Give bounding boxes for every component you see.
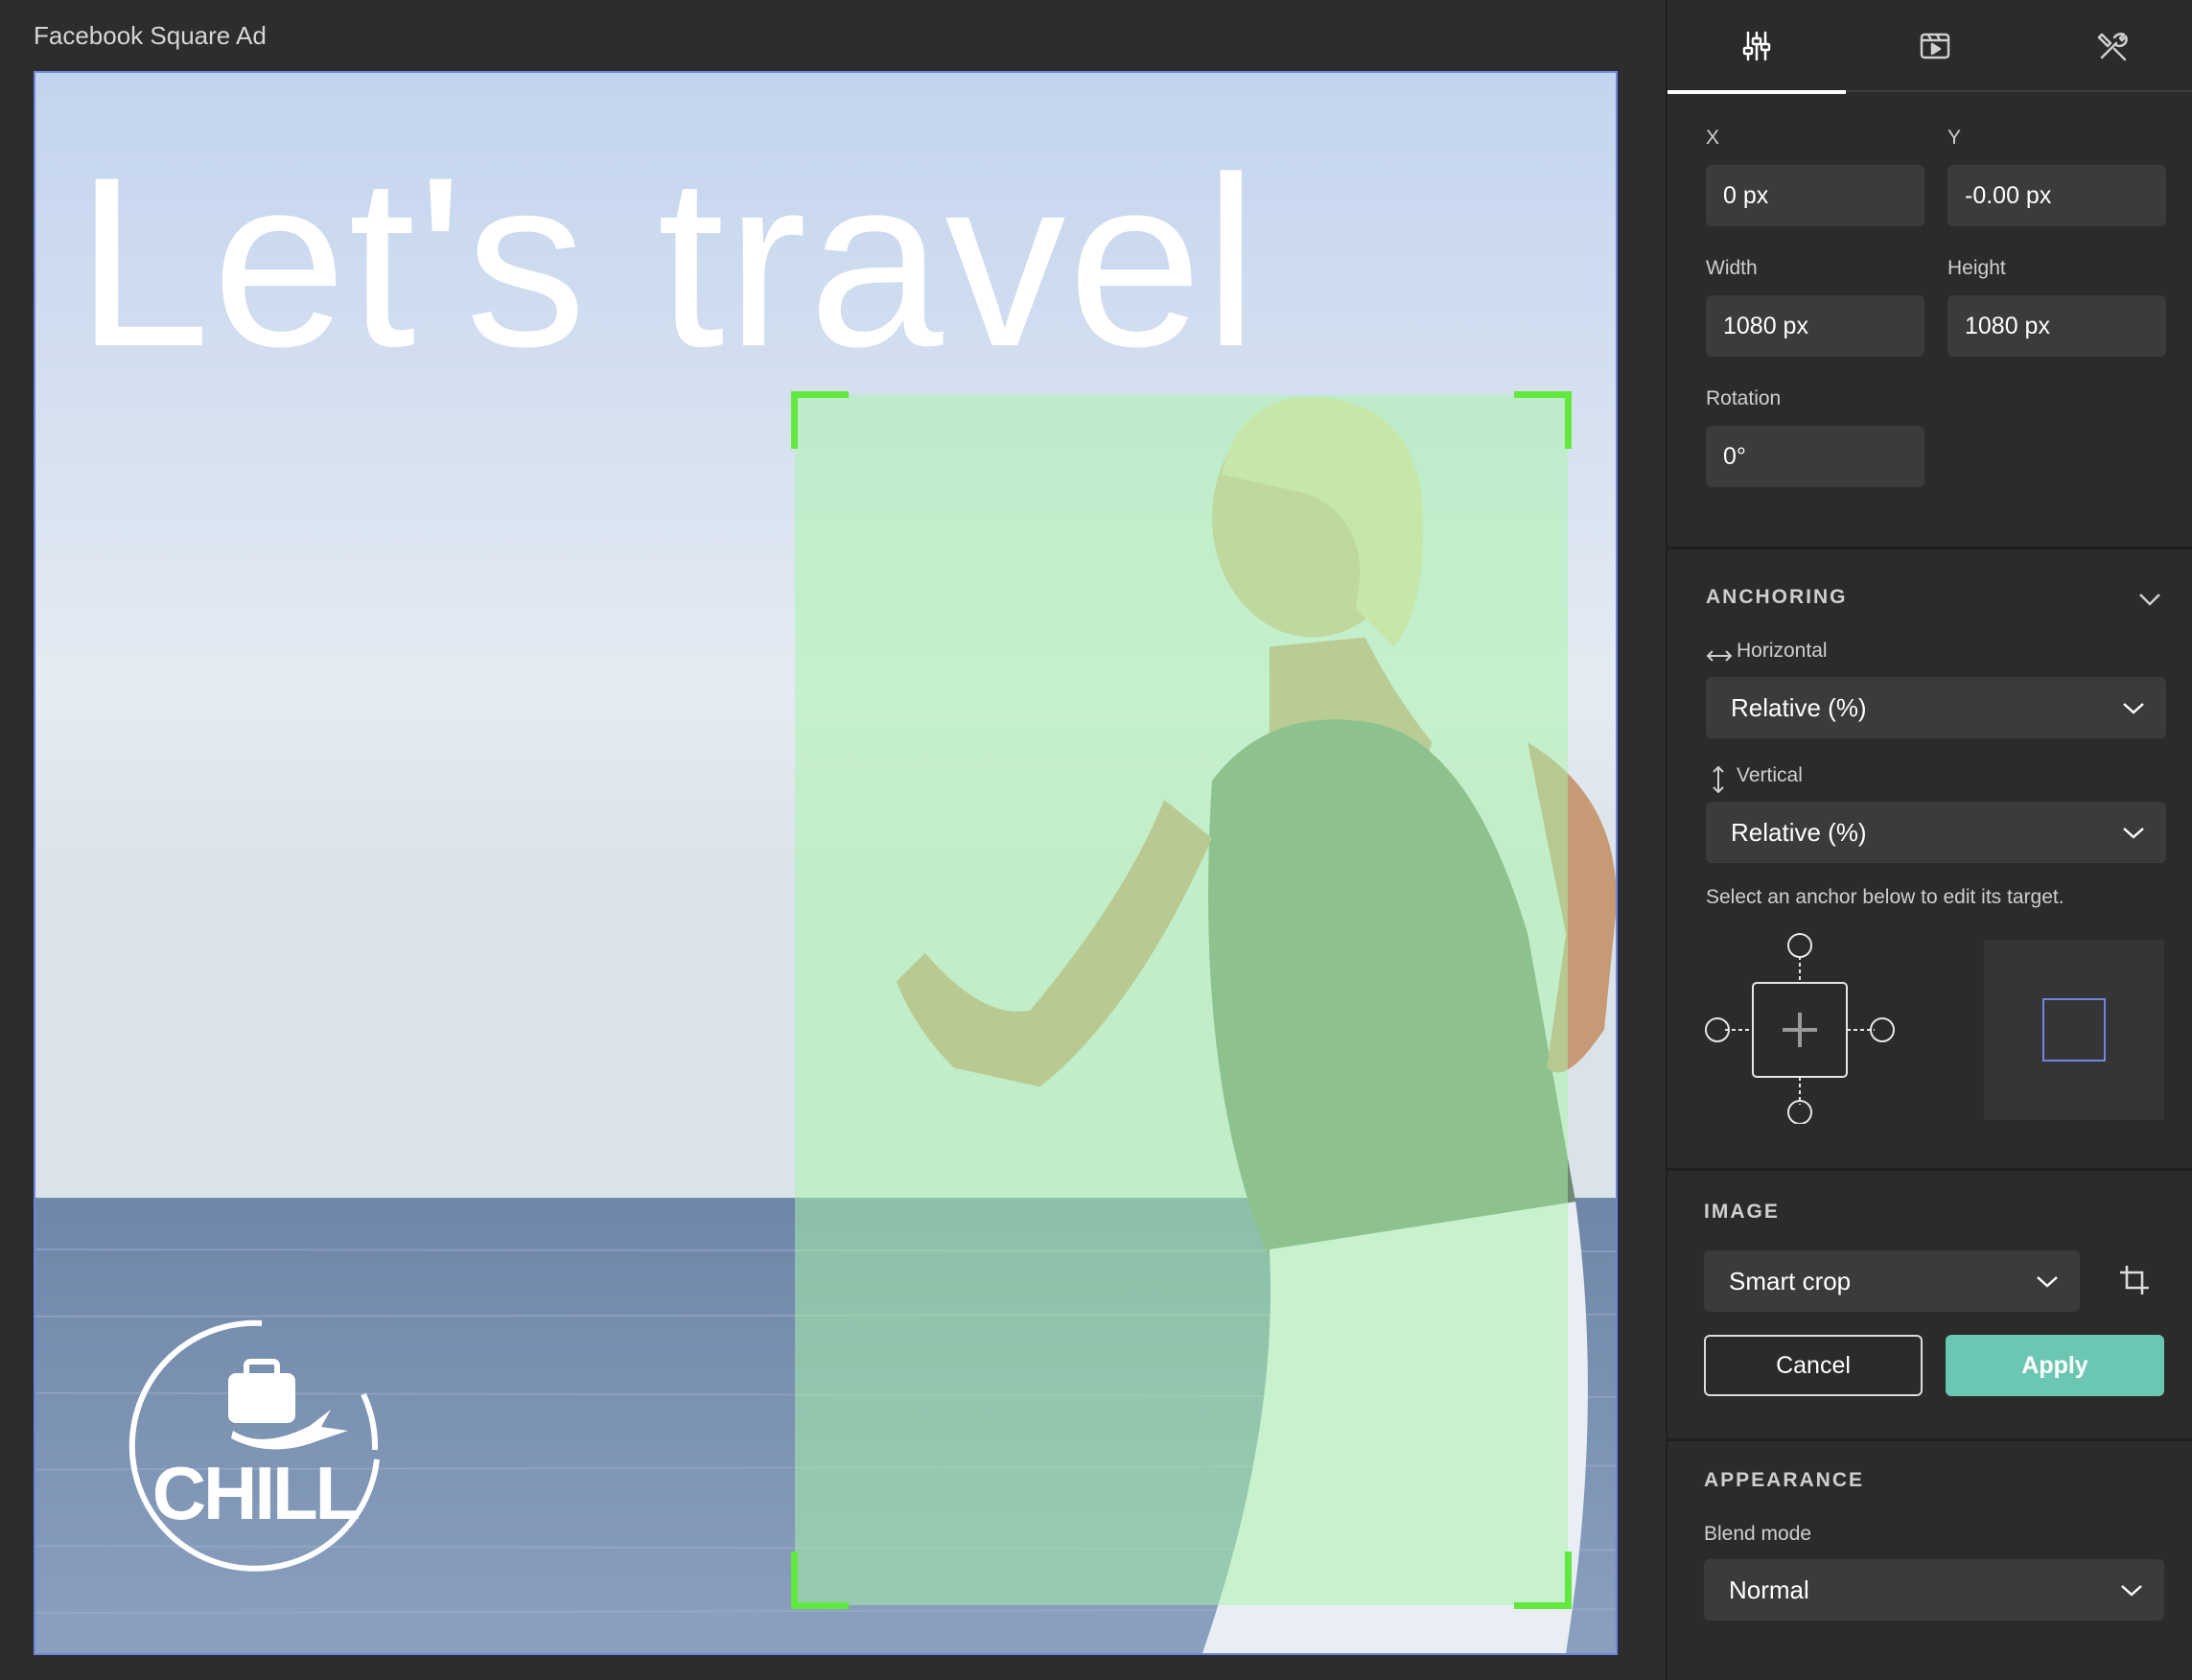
- media-player-icon: [1920, 33, 1950, 59]
- horizontal-label: Horizontal: [1737, 640, 1828, 662]
- tab-tools[interactable]: [2024, 0, 2192, 92]
- crop-handle-top-left[interactable]: [791, 391, 849, 449]
- rotation-input[interactable]: 0°: [1706, 426, 1924, 487]
- rotation-label: Rotation: [1706, 387, 1782, 409]
- anchor-selector[interactable]: [1704, 932, 1896, 1124]
- chevron-down-icon: [2121, 1585, 2142, 1597]
- vertical-arrows-icon: [1713, 765, 1724, 794]
- x-input[interactable]: 0 px: [1706, 165, 1924, 226]
- y-label: Y: [1947, 127, 1962, 149]
- chevron-down-icon[interactable]: [2137, 589, 2162, 610]
- document-title: Facebook Square Ad: [34, 21, 267, 50]
- anchor-target-preview[interactable]: [1984, 940, 2164, 1120]
- editor-window: Facebook Square Ad Let's travel CHILL X …: [0, 0, 2192, 1680]
- anchor-handle-top: [1787, 933, 1812, 958]
- crop-icon[interactable]: [2118, 1264, 2151, 1296]
- height-input[interactable]: 1080 px: [1947, 295, 2166, 357]
- width-label: Width: [1706, 257, 1758, 279]
- horizontal-arrows-icon: [1706, 650, 1733, 662]
- width-input[interactable]: 1080 px: [1706, 295, 1924, 357]
- horizontal-anchor-value: Relative (%): [1731, 692, 1867, 722]
- height-label: Height: [1947, 257, 2006, 279]
- horizontal-anchor-select[interactable]: Relative (%): [1706, 677, 2166, 738]
- section-divider: [1666, 1438, 2192, 1441]
- artboard[interactable]: Let's travel CHILL: [34, 71, 1618, 1655]
- blend-mode-select[interactable]: Normal: [1704, 1559, 2164, 1621]
- appearance-section-title: APPEARANCE: [1704, 1469, 1865, 1491]
- smart-crop-region[interactable]: [791, 391, 1572, 1609]
- tab-properties[interactable]: [1667, 0, 1846, 94]
- logo-text: CHILL: [152, 1451, 360, 1535]
- vertical-anchor-select[interactable]: Relative (%): [1706, 802, 2166, 863]
- cancel-button[interactable]: Cancel: [1704, 1335, 1923, 1396]
- tab-animation[interactable]: [1846, 0, 2024, 92]
- apply-button[interactable]: Apply: [1946, 1335, 2164, 1396]
- y-input[interactable]: -0.00 px: [1947, 165, 2166, 226]
- panel-tabs: [1667, 0, 2192, 94]
- blend-mode-value: Normal: [1729, 1575, 1809, 1604]
- blend-mode-label: Blend mode: [1704, 1523, 1812, 1545]
- crop-handle-bottom-right[interactable]: [1514, 1552, 1572, 1609]
- tools-icon: [2097, 33, 2128, 61]
- crop-handle-top-right[interactable]: [1514, 391, 1572, 449]
- chill-logo[interactable]: CHILL: [118, 1306, 396, 1584]
- vertical-label: Vertical: [1737, 764, 1803, 786]
- x-label: X: [1706, 127, 1720, 149]
- crop-mode-select[interactable]: Smart crop: [1704, 1250, 2080, 1312]
- crop-handle-bottom-left[interactable]: [791, 1552, 849, 1609]
- image-section-title: IMAGE: [1704, 1201, 1780, 1223]
- anchor-target-box[interactable]: [2042, 998, 2106, 1062]
- section-divider: [1667, 547, 2192, 549]
- sliders-icon: [1742, 31, 1771, 61]
- chevron-down-icon: [2123, 703, 2144, 714]
- headline-text[interactable]: Let's travel: [76, 142, 1260, 384]
- crop-mode-value: Smart crop: [1729, 1266, 1852, 1295]
- vertical-anchor-value: Relative (%): [1731, 817, 1867, 847]
- chevron-down-icon: [2037, 1276, 2058, 1288]
- anchor-help-text: Select an anchor below to edit its targe…: [1706, 886, 2064, 908]
- anchoring-section-title: ANCHORING: [1706, 586, 1848, 608]
- section-divider: [1666, 1168, 2192, 1171]
- properties-panel: X 0 px Y -0.00 px Width 1080 px Height 1…: [1666, 0, 2192, 1680]
- chevron-down-icon: [2123, 828, 2144, 839]
